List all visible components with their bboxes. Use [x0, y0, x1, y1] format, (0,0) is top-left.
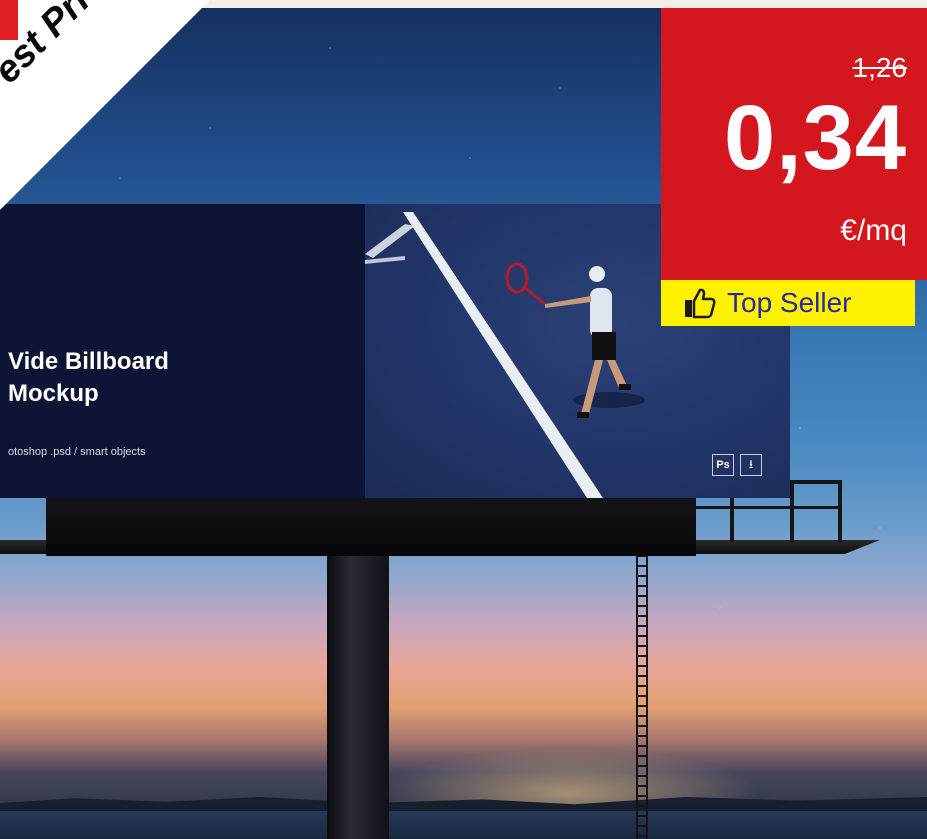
billboard-underframe [46, 498, 696, 556]
railing-post [790, 480, 794, 542]
billboard-subtitle: otoshop .psd / smart objects [8, 446, 146, 458]
top-seller-label: Top Seller [727, 287, 852, 318]
photoshop-badge: Ps [712, 454, 734, 476]
lake-water [0, 811, 927, 839]
old-price: 1,26 [852, 52, 908, 83]
billboard-text-panel: Vide Billboard Mockup otoshop .psd / sma… [0, 204, 365, 498]
price-box: 1,26 0,34 €/mq [661, 8, 927, 280]
thumbs-up-icon [685, 288, 716, 319]
billboard-pole [327, 555, 389, 839]
top-seller-badge: Top Seller [661, 280, 915, 326]
price-unit: €/mq [840, 214, 907, 247]
download-icon: ⭳ [740, 454, 762, 476]
billboard-title: Vide Billboard Mockup [8, 348, 169, 407]
new-price: 0,34 [723, 87, 907, 189]
red-corner-tab [0, 0, 18, 40]
railing-bar [696, 506, 842, 509]
billboard-ladder [636, 555, 648, 839]
